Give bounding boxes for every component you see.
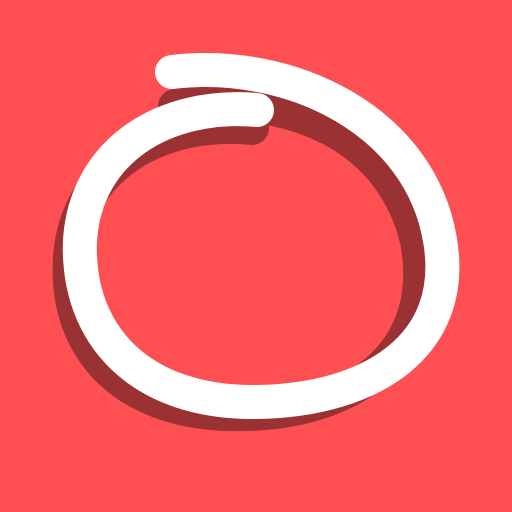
swirl-loop-icon bbox=[0, 0, 512, 512]
app-icon-tile bbox=[0, 0, 512, 512]
